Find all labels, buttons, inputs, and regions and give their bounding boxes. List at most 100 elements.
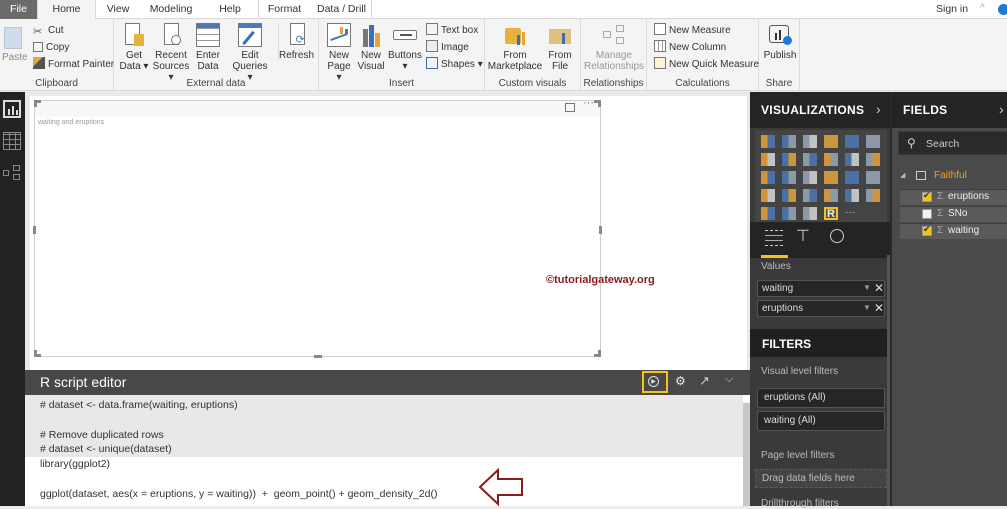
resize-handle-right[interactable] xyxy=(599,226,602,234)
tab-help[interactable]: Help xyxy=(212,0,248,19)
field-eruptions[interactable]: Σ eruptions xyxy=(900,189,1007,205)
shapes-button[interactable]: Shapes ▾ xyxy=(426,57,483,73)
tab-format[interactable]: Format xyxy=(258,0,310,19)
filter-eruptions[interactable]: eruptions (All) xyxy=(757,388,885,408)
pie-visual-icon[interactable] xyxy=(803,171,817,184)
collapse-fields-icon[interactable]: › xyxy=(999,101,1004,117)
100-stacked-column-visual-icon[interactable] xyxy=(866,135,880,148)
tab-home[interactable]: Home xyxy=(37,0,96,20)
remove-field-icon[interactable]: ✕ xyxy=(874,281,884,295)
new-visual-button[interactable]: New Visual xyxy=(357,23,385,72)
new-quick-measure-button[interactable]: New Quick Measure xyxy=(654,57,759,73)
settings-gear-icon[interactable]: ⚙ xyxy=(675,374,686,388)
r-script-visual[interactable]: waiting and eruptions ··· xyxy=(33,97,602,358)
data-view-icon[interactable] xyxy=(3,132,21,150)
tab-modeling[interactable]: Modeling xyxy=(143,0,199,19)
collapse-visualizations-icon[interactable]: › xyxy=(876,101,881,117)
line-stacked-column-visual-icon[interactable] xyxy=(845,153,859,166)
copy-button[interactable]: Copy xyxy=(33,40,69,56)
get-data-button[interactable]: Get Data ▾ xyxy=(119,23,149,72)
format-roller-icon[interactable]: ⊤ xyxy=(796,226,810,246)
clustered-bar-visual-icon[interactable] xyxy=(803,135,817,148)
value-field-waiting[interactable]: waiting ▼ ✕ xyxy=(757,280,885,297)
report-view-icon[interactable] xyxy=(3,100,21,118)
field-checkbox-unchecked[interactable] xyxy=(922,209,932,219)
paste-button[interactable]: Paste xyxy=(2,23,28,63)
more-options-icon[interactable]: ··· xyxy=(583,97,594,109)
analytics-magnifier-icon[interactable] xyxy=(830,229,844,243)
resize-handle-tr-v[interactable] xyxy=(598,100,601,107)
funnel-visual-icon[interactable] xyxy=(782,189,796,202)
buttons-button[interactable]: Buttons ▾ xyxy=(388,23,422,72)
tab-file[interactable]: File xyxy=(0,0,37,19)
card-visual-icon[interactable] xyxy=(824,189,838,202)
r-script-code-area[interactable]: # dataset <- data.frame(waiting, eruptio… xyxy=(25,395,750,506)
manage-relationships-button[interactable]: Manage Relationships xyxy=(583,23,645,72)
kpi-visual-icon[interactable] xyxy=(866,189,880,202)
help-icon[interactable] xyxy=(998,4,1007,15)
page-filter-drop-zone[interactable]: Drag data fields here xyxy=(755,469,887,488)
treemap-visual-icon[interactable] xyxy=(845,171,859,184)
area-visual-icon[interactable] xyxy=(782,153,796,166)
gauge-visual-icon[interactable] xyxy=(803,189,817,202)
line-clustered-column-visual-icon[interactable] xyxy=(824,153,838,166)
new-column-button[interactable]: New Column xyxy=(654,40,726,56)
matrix-visual-icon[interactable] xyxy=(803,207,817,220)
more-visual-icon[interactable]: ··· xyxy=(845,207,859,220)
remove-field-icon[interactable]: ✕ xyxy=(874,301,884,315)
field-waiting[interactable]: Σ waiting xyxy=(900,223,1007,239)
image-button[interactable]: Image xyxy=(426,40,469,56)
resize-handle-tl-v[interactable] xyxy=(34,100,37,107)
edit-external-arrow-icon[interactable]: ↗ xyxy=(699,373,710,389)
field-checkbox-checked[interactable] xyxy=(922,190,932,202)
clustered-column-visual-icon[interactable] xyxy=(824,135,838,148)
resize-handle-left[interactable] xyxy=(33,226,36,234)
100-stacked-bar-visual-icon[interactable] xyxy=(845,135,859,148)
table-visual-icon[interactable] xyxy=(782,207,796,220)
from-file-button[interactable]: From File xyxy=(545,23,575,72)
ribbon-visual-icon[interactable] xyxy=(866,153,880,166)
multi-row-card-visual-icon[interactable] xyxy=(845,189,859,202)
donut-visual-icon[interactable] xyxy=(824,171,838,184)
waterfall-visual-icon[interactable] xyxy=(761,171,775,184)
collapse-ribbon-icon[interactable]: ^ xyxy=(980,3,985,14)
new-page-button[interactable]: New Page ▾ xyxy=(324,23,354,83)
publish-button[interactable]: Publish xyxy=(761,23,799,61)
cut-button[interactable]: ✂ Cut xyxy=(33,23,64,39)
dropdown-icon[interactable]: ▼ xyxy=(863,303,871,312)
value-field-eruptions[interactable]: eruptions ▼ ✕ xyxy=(757,300,885,317)
from-marketplace-button[interactable]: From Marketplace xyxy=(487,23,543,72)
stacked-area-visual-icon[interactable] xyxy=(803,153,817,166)
field-sno[interactable]: Σ SNo xyxy=(900,206,1007,222)
text-box-button[interactable]: Text box xyxy=(426,23,478,39)
filter-waiting[interactable]: waiting (All) xyxy=(757,411,885,431)
focus-mode-icon[interactable] xyxy=(565,103,575,112)
map-visual-icon[interactable] xyxy=(866,171,880,184)
field-checkbox-checked[interactable] xyxy=(922,224,932,236)
refresh-button[interactable]: ⟳ Refresh xyxy=(278,23,314,61)
resize-handle-bl-v[interactable] xyxy=(34,350,37,357)
code-scrollbar[interactable] xyxy=(743,403,750,506)
format-painter-button[interactable]: Format Painter xyxy=(33,57,114,73)
slicer-visual-icon[interactable] xyxy=(761,207,775,220)
fields-tab-icon[interactable] xyxy=(765,230,783,246)
recent-sources-button[interactable]: Recent Sources ▾ xyxy=(152,23,190,83)
stacked-bar-visual-icon[interactable] xyxy=(761,135,775,148)
sign-in-link[interactable]: Sign in xyxy=(936,0,968,19)
tab-view[interactable]: View xyxy=(100,0,136,19)
new-measure-button[interactable]: New Measure xyxy=(654,23,731,39)
enter-data-button[interactable]: Enter Data xyxy=(194,23,222,72)
collapse-chevron-icon[interactable]: ⌵ xyxy=(725,373,733,386)
fields-search-input[interactable]: ⚲ Search xyxy=(898,131,1007,155)
filled-map-visual-icon[interactable] xyxy=(761,189,775,202)
scatter-visual-icon[interactable] xyxy=(782,171,796,184)
model-view-icon[interactable] xyxy=(3,164,21,182)
resize-handle-bottom[interactable] xyxy=(314,355,322,358)
resize-handle-br-v[interactable] xyxy=(598,350,601,357)
r-script-visual-icon[interactable]: R xyxy=(824,207,838,220)
expand-triangle-icon[interactable]: ◢ xyxy=(900,171,905,179)
edit-queries-button[interactable]: Edit Queries ▾ xyxy=(230,23,270,83)
dropdown-icon[interactable]: ▼ xyxy=(863,283,871,292)
line-visual-icon[interactable] xyxy=(761,153,775,166)
tab-data-drill[interactable]: Data / Drill xyxy=(312,0,372,19)
